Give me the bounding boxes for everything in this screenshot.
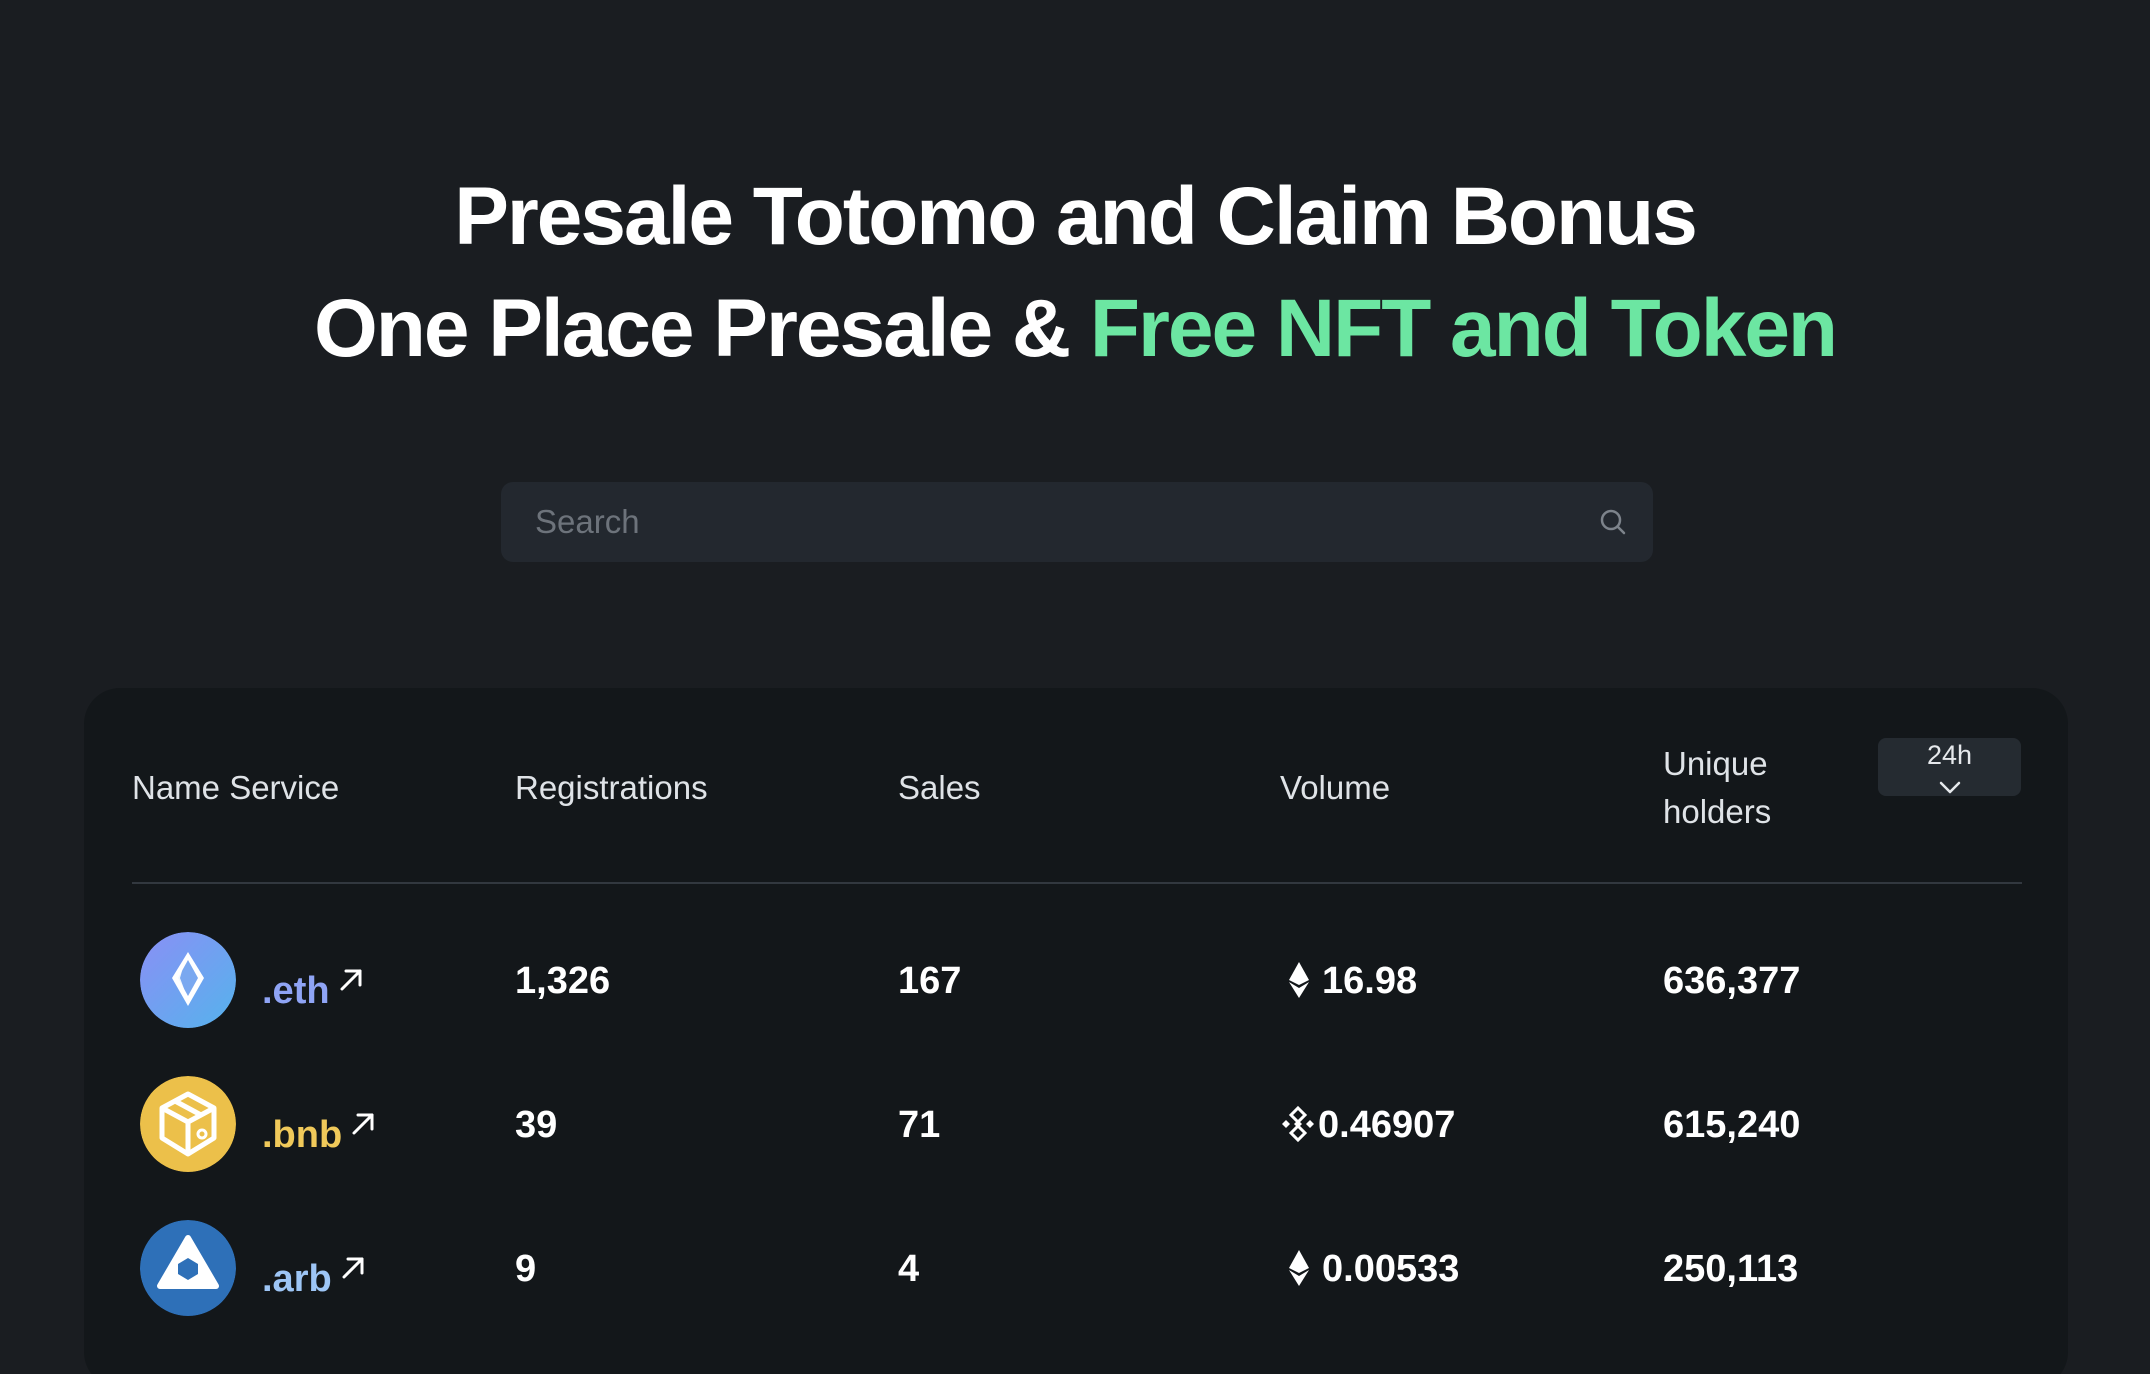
holders-value: 636,377	[1663, 960, 1801, 1002]
ethereum-icon	[1284, 932, 1314, 998]
service-link-eth[interactable]: .eth	[262, 926, 364, 1036]
volume-value: 0.00533	[1322, 1248, 1460, 1290]
column-header-unique-holders-line-2: holders	[1663, 793, 1772, 830]
column-header-sales[interactable]: Sales	[898, 764, 981, 812]
registrations-value: 39	[515, 1104, 558, 1146]
hero-title-line-2: One Place Presale & Free NFT and Token	[0, 288, 2150, 370]
search-input[interactable]	[535, 482, 1575, 562]
period-select[interactable]: 24h	[1878, 738, 2021, 796]
spaceid-logo	[140, 1076, 236, 1172]
registrations-value: 1,326	[515, 960, 611, 1002]
header-divider	[132, 882, 2022, 884]
column-header-name-service[interactable]: Name Service	[132, 764, 339, 812]
column-header-unique-holders-line-1: Unique	[1663, 745, 1768, 782]
holders-value: 250,113	[1663, 1248, 1799, 1290]
hero-title-prefix: One Place Presale &	[313, 283, 1090, 374]
volume-value: 16.98	[1322, 960, 1418, 1002]
arbitrum-logo	[140, 1220, 236, 1316]
service-link-arb[interactable]: .arb	[262, 1214, 366, 1324]
service-name: .eth	[262, 970, 330, 1012]
search-bar[interactable]	[501, 482, 1653, 562]
service-link-bnb[interactable]: .bnb	[262, 1070, 376, 1180]
ens-logo	[140, 932, 236, 1028]
column-header-unique-holders[interactable]: Unique holders	[1663, 740, 1771, 836]
ethereum-icon	[1284, 1220, 1314, 1286]
volume-cell: 16.98	[1284, 926, 1417, 1036]
page: Presale Totomo and Claim Bonus One Place…	[0, 0, 2150, 1374]
chevron-down-icon	[1938, 772, 1962, 794]
arrow-up-right-icon	[350, 1070, 376, 1135]
sales-value: 4	[898, 1248, 920, 1290]
volume-cell: 0.00533	[1284, 1214, 1459, 1324]
service-name: .bnb	[262, 1114, 343, 1156]
table-row[interactable]: .arb 9 4 0.00533 250,113	[0, 1214, 2150, 1324]
hero-title-accent: Free NFT and Token	[1089, 283, 1838, 374]
sales-value: 167	[898, 960, 962, 1002]
column-header-registrations[interactable]: Registrations	[515, 764, 708, 812]
sales-value: 71	[898, 1104, 941, 1146]
column-header-volume[interactable]: Volume	[1280, 764, 1390, 812]
period-select-value: 24h	[1926, 740, 1973, 770]
table-row[interactable]: .eth 1,326 167 16.98 636,377	[0, 926, 2150, 1036]
hero-title-line-1: Presale Totomo and Claim Bonus	[454, 171, 1698, 262]
holders-value: 615,240	[1663, 1104, 1801, 1146]
bnb-icon	[1280, 1076, 1316, 1143]
table-row[interactable]: .bnb 39 71 0.46907 615,240	[0, 1070, 2150, 1180]
arrow-up-right-icon	[338, 926, 364, 991]
service-name: .arb	[262, 1258, 332, 1300]
arrow-up-right-icon	[340, 1214, 366, 1279]
volume-value: 0.46907	[1318, 1104, 1456, 1146]
search-icon[interactable]	[1599, 508, 1627, 536]
registrations-value: 9	[515, 1248, 537, 1290]
volume-cell: 0.46907	[1280, 1070, 1455, 1180]
